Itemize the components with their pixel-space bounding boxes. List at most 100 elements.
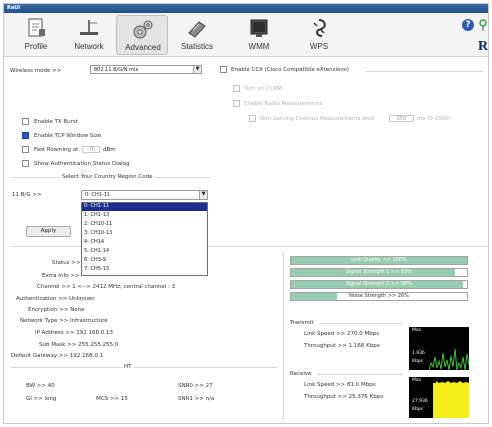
status-label: Status >> — [52, 260, 81, 266]
title-text: RaUI — [7, 5, 21, 11]
receive-group-line — [317, 374, 403, 375]
noise-strength-label: Noise Strength >> 26% — [349, 293, 409, 299]
receive-graph-unit: Kbps — [412, 407, 424, 412]
ralink-utility-window: RaUI Profile Network Advanced Statistics… — [3, 3, 489, 424]
region-option[interactable]: 3: CH10-13 — [82, 230, 207, 238]
non-serving-label: Non-Serving Channel Measurements limit — [260, 116, 375, 122]
chevron-down-icon: ▼ — [193, 66, 201, 73]
tx-burst-checkbox[interactable] — [22, 118, 29, 125]
toolbar-wmm-button[interactable]: WMM — [233, 15, 285, 55]
link-quality-label: Link Quality >> 100% — [351, 257, 407, 263]
signal-strength-2-bar: Signal Strength 2 >> 98% — [290, 280, 468, 289]
receive-graph-value: 27.936 — [412, 399, 428, 404]
transmit-throughput: Throughput >> 1.168 Kbps — [304, 343, 380, 349]
wireless-mode-value: 802.11 B/G/N mix — [94, 67, 139, 73]
ht-label: HT — [122, 364, 134, 370]
transmit-link-speed: Link Speed >> 270.0 Mbps — [304, 331, 380, 337]
transmit-graph-max: Max — [412, 328, 422, 333]
toolbar-wmm-label: WMM — [248, 42, 270, 51]
auth-dialog-checkbox[interactable] — [22, 160, 29, 167]
wmm-icon — [250, 19, 268, 37]
region-option[interactable]: 6: CH3-9 — [82, 257, 207, 265]
receive-graph: Max 27.936 Kbps — [409, 377, 469, 418]
non-serving-input[interactable]: 250 — [389, 115, 414, 122]
default-gateway-info: Default Gateway >> 192.168.0.1 — [11, 353, 104, 359]
tx-burst-label: Enable TX Burst — [34, 119, 78, 125]
toolbar-statistics-label: Statistics — [180, 42, 213, 51]
signal-strength-1-bar: Signal Strength 1 >> 93% — [290, 268, 468, 277]
cckm-label: Turn on CCKM — [244, 86, 283, 92]
region-option[interactable]: 4: CH14 — [82, 239, 207, 247]
band-label: 11 B/G >> — [12, 192, 42, 198]
non-serving-unit: ms (0-2000) — [417, 116, 451, 122]
apply-button[interactable]: Apply — [26, 226, 71, 237]
sub-mask-info: Sub Mask >> 255.255.255.0 — [39, 342, 119, 348]
fast-roaming-unit: dBm — [103, 147, 116, 153]
mcs-info: MCS >> 15 — [96, 396, 128, 402]
tcp-window-checkbox[interactable] — [22, 132, 29, 139]
region-option[interactable]: 7: CH5-13 — [82, 266, 207, 274]
brand-letter: R — [478, 39, 489, 53]
region-option[interactable]: 0: CH1-11 — [82, 203, 207, 211]
region-select-value: 0: CH1-11 — [85, 192, 111, 198]
ht-group-line — [10, 367, 278, 368]
radio-measurements-checkbox[interactable] — [233, 100, 240, 107]
channel-info: Channel >> 1 <--> 2412 MHz; central chan… — [37, 284, 176, 290]
fast-roaming-label: Fast Roaming at — [34, 147, 79, 153]
wireless-mode-select[interactable]: 802.11 B/G/N mix ▼ — [90, 65, 202, 74]
toolbar-profile-button[interactable]: Profile — [10, 15, 62, 55]
receive-link-speed: Link Speed >> 81.0 Mbps — [304, 382, 376, 388]
transmit-graph-value: 1.936 — [412, 351, 425, 356]
signal-strength-2-label: Signal Strength 2 >> 98% — [345, 281, 413, 287]
region-option[interactable]: 5: CH1-14 — [82, 248, 207, 256]
transmit-title: Transmit — [290, 320, 314, 326]
snr1-info: SNR1 >> n/a — [178, 396, 215, 402]
toolbar-network-button[interactable]: Network — [63, 15, 115, 55]
signal-strength-1-label: Signal Strength 1 >> 93% — [345, 269, 413, 275]
region-option[interactable]: 1: CH1-13 — [82, 212, 207, 220]
transmit-group-line — [319, 323, 403, 324]
noise-strength-bar: Noise Strength >> 26% — [290, 292, 468, 301]
receive-graph-max: Max — [412, 378, 422, 383]
network-type-info: Network Type >> Infrastructure — [20, 318, 108, 324]
non-serving-checkbox[interactable] — [249, 115, 256, 122]
wireless-mode-label: Wireless mode >> — [10, 68, 62, 74]
statistics-icon — [188, 21, 206, 38]
transmit-graph: Max 1.936 Kbps — [409, 327, 469, 370]
authentication-info: Authentication >> Unknown — [16, 296, 95, 302]
region-title: Select Your Country Region Code — [60, 174, 155, 180]
auth-dialog-label: Show Authentication Status Dialog — [34, 161, 130, 167]
profile-icon — [28, 18, 45, 37]
region-select[interactable]: 0: CH1-11 ▼ — [81, 190, 208, 200]
wps-icon — [313, 19, 326, 37]
link-quality-bar: Link Quality >> 100% — [290, 256, 468, 265]
tcp-window-label: Enable TCP Window Size — [34, 133, 102, 139]
toolbar-network-label: Network — [74, 42, 104, 51]
receive-throughput: Throughput >> 25.376 Kbps — [304, 394, 384, 400]
region-dropdown-list[interactable]: 0: CH1-11 1: CH1-13 2: CH10-11 3: CH10-1… — [81, 202, 208, 276]
region-chevron-down-icon: ▼ — [199, 191, 207, 199]
main-toolbar: Profile Network Advanced Statistics WMM … — [4, 13, 488, 57]
ccx-group-line — [366, 71, 483, 72]
ip-address-info: IP Address >> 192.168.0.13 — [35, 330, 114, 336]
help-icon[interactable]: ? — [462, 19, 474, 31]
enable-ccx-checkbox[interactable] — [220, 66, 227, 73]
toolbar-statistics-button[interactable]: Statistics — [171, 15, 223, 55]
toolbar-advanced-label: Advanced — [125, 43, 161, 52]
brand-logo: R — [477, 19, 489, 53]
cckm-checkbox[interactable] — [233, 85, 240, 92]
radio-measurements-label: Enable Radio Measurements — [244, 101, 323, 107]
toolbar-wps-button[interactable]: WPS — [293, 15, 345, 55]
fast-roaming-checkbox[interactable] — [22, 146, 29, 153]
network-icon — [80, 20, 98, 35]
antenna-icon — [479, 19, 487, 31]
toolbar-wps-label: WPS — [309, 42, 329, 51]
toolbar-profile-label: Profile — [24, 42, 48, 51]
region-option[interactable]: 2: CH10-11 — [82, 221, 207, 229]
bw-info: BW >> 40 — [26, 383, 55, 389]
status-vertical-divider — [283, 252, 284, 420]
transmit-graph-unit: Kbps — [412, 359, 424, 364]
title-bar: RaUI — [4, 4, 488, 13]
toolbar-advanced-button[interactable]: Advanced — [116, 15, 168, 55]
fast-roaming-input[interactable]: -70 — [82, 146, 100, 153]
